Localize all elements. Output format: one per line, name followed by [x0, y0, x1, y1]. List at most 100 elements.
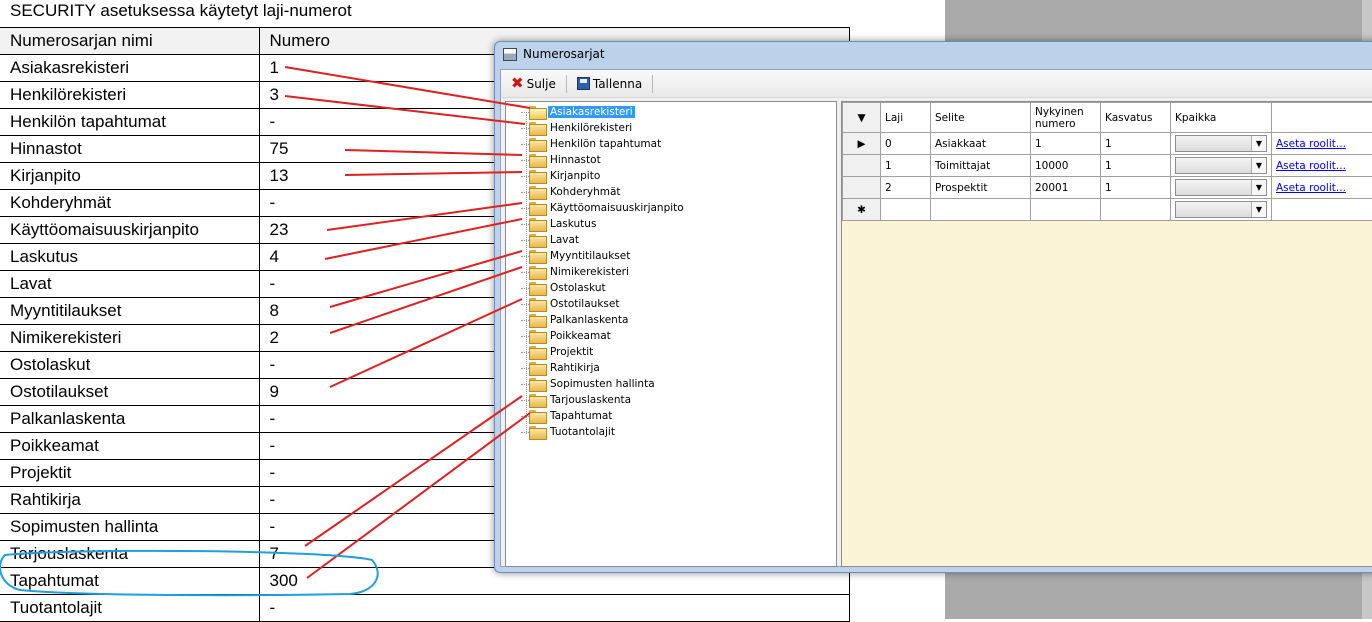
series-tree[interactable]: AsiakasrekisteriHenkilörekisteriHenkilön…	[505, 101, 837, 567]
close-button[interactable]: ✖ Sulje	[507, 76, 560, 91]
window-app-icon	[503, 48, 517, 61]
tree-item[interactable]: Asiakasrekisteri	[521, 104, 635, 120]
cell-kpaikka[interactable]	[1171, 177, 1272, 199]
grid-header-laji[interactable]: Laji	[881, 103, 931, 133]
tree-item-label: Laskutus	[548, 218, 598, 230]
tree-item[interactable]: Myyntitilaukset	[521, 248, 632, 264]
grid-row[interactable]: 2Prospektit200011 Aseta roolit...	[843, 177, 1372, 199]
cell-selite[interactable]: Asiakkaat	[931, 133, 1031, 155]
row-header[interactable]	[843, 155, 881, 177]
row-header[interactable]	[843, 177, 881, 199]
set-roles-link[interactable]: Aseta roolit...	[1276, 138, 1346, 150]
tree-connector	[521, 304, 529, 305]
kpaikka-dropdown[interactable]	[1175, 179, 1267, 196]
cell-kpaikka[interactable]	[1171, 155, 1272, 177]
grid-header-selite[interactable]: Selite	[931, 103, 1031, 133]
tree-item[interactable]: Laskutus	[521, 216, 598, 232]
tree-connector	[521, 320, 529, 321]
set-roles-link[interactable]: Aseta roolit...	[1276, 182, 1346, 194]
tree-item[interactable]: Henkilörekisteri	[521, 120, 634, 136]
cell-laji[interactable]: 2	[881, 177, 931, 199]
tree-item-label: Ostolaskut	[548, 282, 608, 294]
tree-item-label: Kohderyhmät	[548, 186, 623, 198]
tree-item[interactable]: Rahtikirja	[521, 360, 602, 376]
save-disk-icon	[577, 77, 590, 90]
grid-header-kpaikka[interactable]: Kpaikka	[1171, 103, 1272, 133]
header-name: Numerosarjan nimi	[0, 28, 259, 55]
kpaikka-dropdown[interactable]	[1175, 135, 1267, 152]
series-grid[interactable]: ▼ Laji Selite Nykyinen numero Kasvatus K…	[841, 101, 1372, 567]
new-row-cell[interactable]	[1272, 199, 1372, 221]
cell-selite[interactable]: Toimittajat	[931, 155, 1031, 177]
tree-item[interactable]: Ostolaskut	[521, 280, 608, 296]
cell-roles: Aseta roolit...	[1272, 177, 1372, 199]
window-body: ✖ Sulje Tallenna AsiakasrekisteriHenkilö…	[500, 69, 1372, 567]
folder-icon	[529, 314, 545, 326]
tree-item[interactable]: Tapahtumat	[521, 408, 614, 424]
tree-item[interactable]: Kohderyhmät	[521, 184, 623, 200]
tree-item[interactable]: Tarjouslaskenta	[521, 392, 633, 408]
set-roles-link[interactable]: Aseta roolit...	[1276, 160, 1346, 172]
save-button[interactable]: Tallenna	[573, 77, 646, 91]
cell-kasvatus[interactable]: 1	[1101, 177, 1171, 199]
grid-row[interactable]: ▶0Asiakkaat11Aseta roolit...	[843, 133, 1372, 155]
tree-item[interactable]: Poikkeamat	[521, 328, 613, 344]
tree-item-label: Tapahtumat	[548, 410, 614, 422]
new-row-cell[interactable]	[1101, 199, 1171, 221]
window-titlebar[interactable]: Numerosarjat	[503, 47, 605, 61]
tree-connector	[521, 192, 529, 193]
grid-row[interactable]: 1Toimittajat100001Aseta roolit...	[843, 155, 1372, 177]
tree-item-label: Tuotantolajit	[548, 426, 617, 438]
row-name: Henkilörekisteri	[0, 82, 259, 109]
tree-connector	[521, 112, 529, 113]
row-header[interactable]: ▶	[843, 133, 881, 155]
tree-item[interactable]: Nimikerekisteri	[521, 264, 631, 280]
cell-nykyinen[interactable]: 20001	[1031, 177, 1101, 199]
grid-corner[interactable]: ▼	[843, 103, 881, 133]
folder-icon	[529, 202, 545, 214]
cell-laji[interactable]: 0	[881, 133, 931, 155]
row-name: Asiakasrekisteri	[0, 55, 259, 82]
new-row-kpaikka[interactable]	[1171, 199, 1272, 221]
tree-connector	[521, 240, 529, 241]
tree-item-label: Lavat	[548, 234, 581, 246]
tree-item[interactable]: Sopimusten hallinta	[521, 376, 657, 392]
cell-kasvatus[interactable]: 1	[1101, 155, 1171, 177]
cell-nykyinen[interactable]: 1	[1031, 133, 1101, 155]
tree-connector	[521, 272, 529, 273]
tree-item[interactable]: Palkanlaskenta	[521, 312, 630, 328]
toolbar: ✖ Sulje Tallenna	[501, 70, 1372, 98]
new-row-cell[interactable]	[1031, 199, 1101, 221]
numerosarjat-window[interactable]: Numerosarjat ✖ Sulje Tallenna Asiakasrek…	[494, 41, 1372, 573]
tree-connector	[521, 128, 529, 129]
row-name: Ostotilaukset	[0, 379, 259, 406]
tree-item[interactable]: Henkilön tapahtumat	[521, 136, 663, 152]
tree-item[interactable]: Lavat	[521, 232, 581, 248]
close-icon: ✖	[511, 76, 524, 91]
tree-item[interactable]: Hinnastot	[521, 152, 603, 168]
grid-header-nykyinen[interactable]: Nykyinen numero	[1031, 103, 1101, 133]
tree-item[interactable]: Projektit	[521, 344, 595, 360]
cell-kpaikka[interactable]	[1171, 133, 1272, 155]
new-row-header[interactable]: ✱	[843, 199, 881, 221]
cell-laji[interactable]: 1	[881, 155, 931, 177]
kpaikka-dropdown[interactable]	[1175, 157, 1267, 174]
grid-header-kasvatus[interactable]: Kasvatus	[1101, 103, 1171, 133]
cell-nykyinen[interactable]: 10000	[1031, 155, 1101, 177]
tree-item-label: Nimikerekisteri	[548, 266, 631, 278]
new-row-cell[interactable]	[931, 199, 1031, 221]
tree-item[interactable]: Tuotantolajit	[521, 424, 617, 440]
kpaikka-dropdown[interactable]	[1175, 201, 1267, 218]
tree-item[interactable]: Ostotilaukset	[521, 296, 621, 312]
cell-kasvatus[interactable]: 1	[1101, 133, 1171, 155]
grid-header-roles[interactable]	[1272, 103, 1372, 133]
cell-selite[interactable]: Prospektit	[931, 177, 1031, 199]
row-name: Myyntitilaukset	[0, 298, 259, 325]
tree-item-label: Myyntitilaukset	[548, 250, 632, 262]
tree-item[interactable]: Kirjanpito	[521, 168, 602, 184]
new-row-cell[interactable]	[881, 199, 931, 221]
grid-new-row[interactable]: ✱	[843, 199, 1372, 221]
folder-icon	[529, 282, 545, 294]
row-name: Laskutus	[0, 244, 259, 271]
tree-item[interactable]: Käyttöomaisuuskirjanpito	[521, 200, 686, 216]
